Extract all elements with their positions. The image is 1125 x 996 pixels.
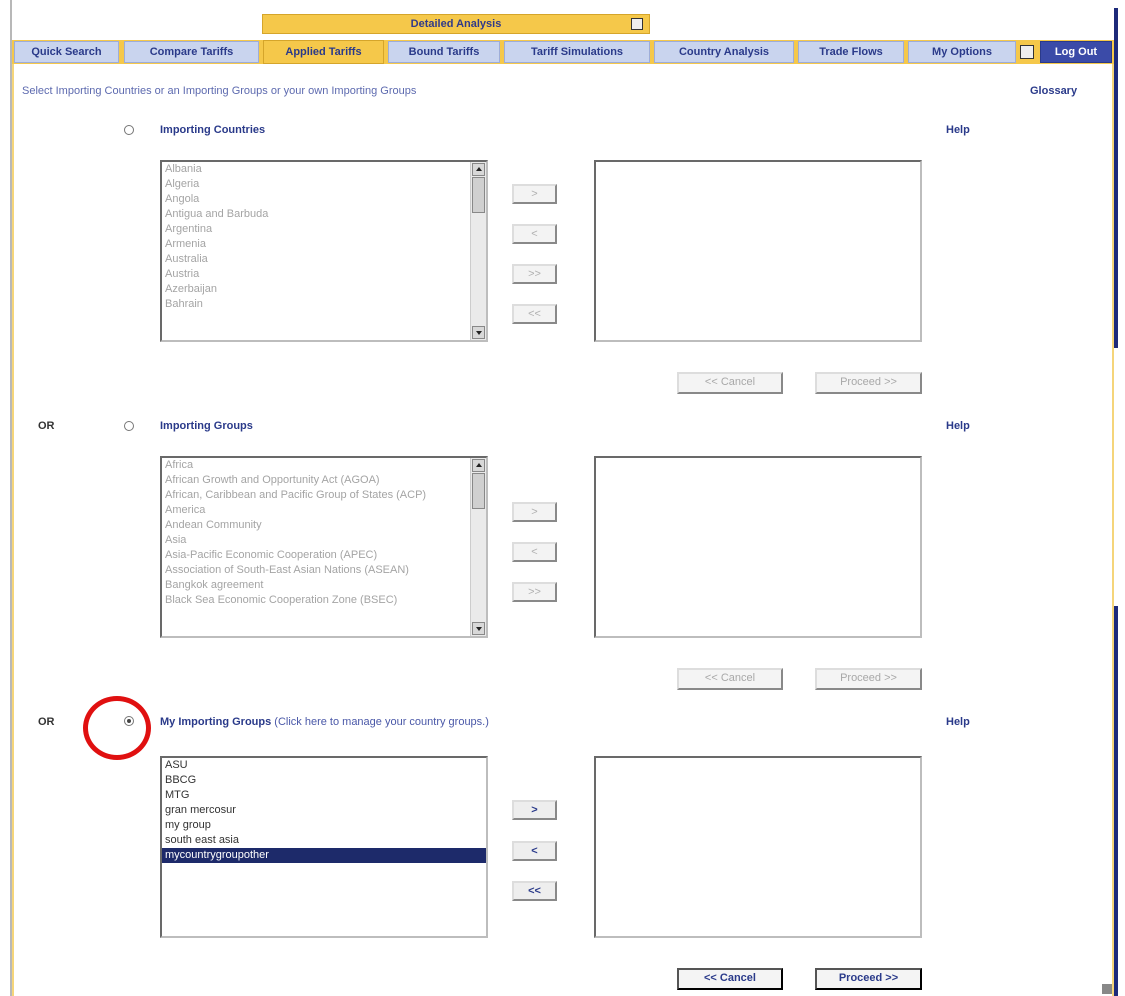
list-item-selected[interactable]: mycountrygroupother	[162, 848, 486, 863]
list-item[interactable]: Austria	[162, 267, 486, 282]
remove-button[interactable]: <	[512, 224, 557, 244]
or-label: OR	[38, 420, 55, 432]
tab-quick-search[interactable]: Quick Search	[14, 41, 119, 63]
tab-bound-tariffs[interactable]: Bound Tariffs	[388, 41, 500, 63]
add-all-button[interactable]: >>	[512, 582, 557, 602]
help-link-my-groups[interactable]: Help	[946, 716, 970, 728]
list-item[interactable]: gran mercosur	[162, 803, 486, 818]
tab-trade-flows[interactable]: Trade Flows	[798, 41, 904, 63]
cancel-button[interactable]: << Cancel	[677, 668, 783, 690]
tab-log-out[interactable]: Log Out	[1040, 41, 1112, 63]
tab-detailed-analysis[interactable]: Detailed Analysis	[262, 14, 650, 34]
list-item[interactable]: my group	[162, 818, 486, 833]
list-item[interactable]: Antigua and Barbuda	[162, 207, 486, 222]
manage-groups-link[interactable]: (Click here to manage your country group…	[274, 716, 489, 728]
list-item[interactable]: MTG	[162, 788, 486, 803]
remove-all-button[interactable]: <<	[512, 304, 557, 324]
tab-my-options[interactable]: My Options	[908, 41, 1016, 63]
scrollbar-track	[1114, 348, 1118, 606]
cancel-button[interactable]: << Cancel	[677, 372, 783, 394]
importing-countries-list[interactable]: Albania Algeria Angola Antigua and Barbu…	[160, 160, 488, 342]
list-item[interactable]: Australia	[162, 252, 486, 267]
remove-button[interactable]: <	[512, 841, 557, 861]
selected-groups-list[interactable]	[594, 456, 922, 638]
section-title-importing-groups: Importing Groups	[160, 420, 253, 432]
highlight-circle	[83, 696, 151, 760]
add-button[interactable]: >	[512, 502, 557, 522]
or-label: OR	[38, 716, 55, 728]
proceed-button[interactable]: Proceed >>	[815, 372, 922, 394]
list-item[interactable]: Black Sea Economic Cooperation Zone (BSE…	[162, 593, 486, 608]
list-item[interactable]: Bahrain	[162, 297, 486, 312]
my-groups-title: My Importing Groups	[160, 716, 272, 728]
glossary-link[interactable]: Glossary	[1030, 85, 1077, 97]
help-link-countries[interactable]: Help	[946, 124, 970, 136]
proceed-button[interactable]: Proceed >>	[815, 968, 922, 990]
list-scrollbar[interactable]	[470, 162, 486, 340]
list-item[interactable]: ASU	[162, 758, 486, 773]
add-button[interactable]: >	[512, 800, 557, 820]
list-item[interactable]: BBCG	[162, 773, 486, 788]
help-link-groups[interactable]: Help	[946, 420, 970, 432]
list-item[interactable]: Albania	[162, 162, 486, 177]
scroll-up-icon[interactable]	[472, 459, 485, 472]
list-item[interactable]: Association of South-East Asian Nations …	[162, 563, 486, 578]
list-item[interactable]: African, Caribbean and Pacific Group of …	[162, 488, 486, 503]
list-item[interactable]: Argentina	[162, 222, 486, 237]
list-item[interactable]: Andean Community	[162, 518, 486, 533]
list-item[interactable]: America	[162, 503, 486, 518]
section-title-my-importing-groups: My Importing Groups (Click here to manag…	[160, 716, 489, 728]
tab-compare-tariffs[interactable]: Compare Tariffs	[124, 41, 259, 63]
list-item[interactable]: Algeria	[162, 177, 486, 192]
print-icon[interactable]	[631, 18, 643, 30]
list-item[interactable]: south east asia	[162, 833, 486, 848]
tab-country-analysis[interactable]: Country Analysis	[654, 41, 794, 63]
list-item[interactable]: Azerbaijan	[162, 282, 486, 297]
right-scrollbar[interactable]	[1114, 8, 1118, 996]
selected-my-groups-list[interactable]	[594, 756, 922, 938]
list-item[interactable]: Armenia	[162, 237, 486, 252]
add-all-button[interactable]: >>	[512, 264, 557, 284]
list-item[interactable]: African Growth and Opportunity Act (AGOA…	[162, 473, 486, 488]
scroll-down-icon[interactable]	[472, 326, 485, 339]
section-title-importing-countries: Importing Countries	[160, 124, 266, 136]
proceed-button[interactable]: Proceed >>	[815, 668, 922, 690]
scroll-thumb[interactable]	[472, 473, 485, 509]
remove-button[interactable]: <	[512, 542, 557, 562]
selected-countries-list[interactable]	[594, 160, 922, 342]
tab-detailed-analysis-label: Detailed Analysis	[410, 18, 502, 30]
cancel-button[interactable]: << Cancel	[677, 968, 783, 990]
list-item[interactable]: Angola	[162, 192, 486, 207]
scroll-down-icon[interactable]	[472, 622, 485, 635]
instruction-text: Select Importing Countries or an Importi…	[22, 85, 417, 97]
scroll-thumb[interactable]	[472, 177, 485, 213]
list-item[interactable]: Asia	[162, 533, 486, 548]
print-icon[interactable]	[1020, 45, 1034, 59]
resize-grip-icon[interactable]	[1102, 984, 1112, 994]
add-button[interactable]: >	[512, 184, 557, 204]
tab-applied-tariffs[interactable]: Applied Tariffs	[263, 40, 384, 64]
list-item[interactable]: Asia-Pacific Economic Cooperation (APEC)	[162, 548, 486, 563]
tab-tariff-simulations[interactable]: Tariff Simulations	[504, 41, 650, 63]
importing-groups-list[interactable]: Africa African Growth and Opportunity Ac…	[160, 456, 488, 638]
my-importing-groups-list[interactable]: ASU BBCG MTG gran mercosur my group sout…	[160, 756, 488, 938]
remove-all-button[interactable]: <<	[512, 881, 557, 901]
list-scrollbar[interactable]	[470, 458, 486, 636]
radio-importing-countries[interactable]	[124, 125, 134, 135]
list-item[interactable]: Africa	[162, 458, 486, 473]
radio-importing-groups[interactable]	[124, 421, 134, 431]
list-item[interactable]: Bangkok agreement	[162, 578, 486, 593]
scroll-up-icon[interactable]	[472, 163, 485, 176]
